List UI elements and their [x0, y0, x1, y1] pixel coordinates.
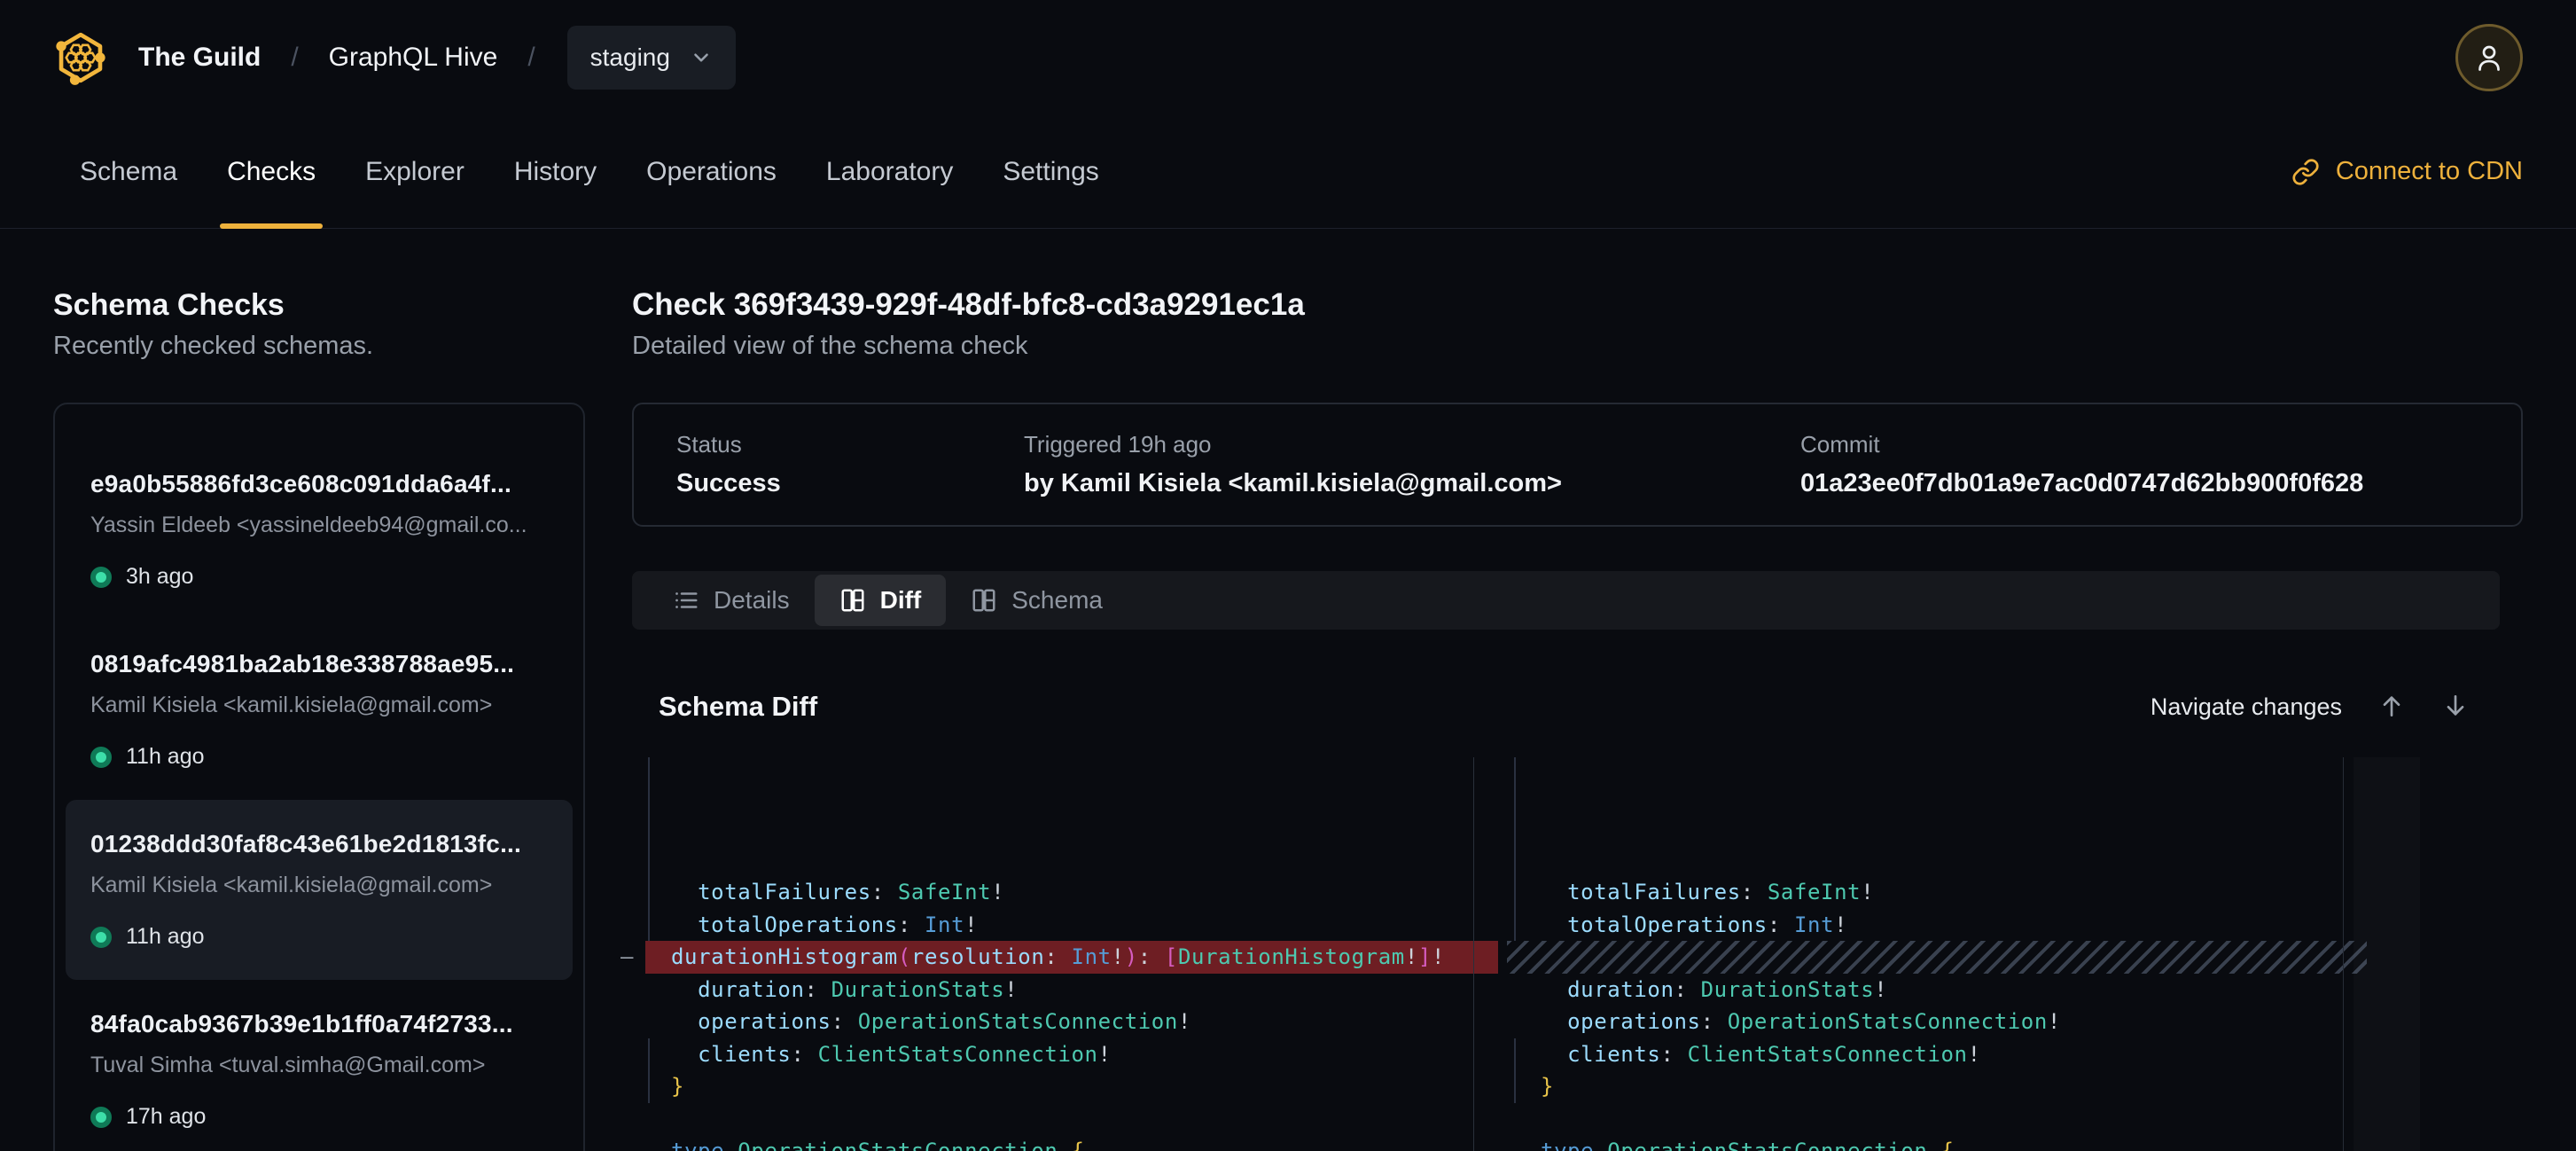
list-icon [673, 587, 699, 614]
breadcrumb-project[interactable]: GraphQL Hive [329, 43, 498, 73]
status-label: Status [676, 431, 1024, 458]
link-icon [2291, 158, 2320, 186]
check-time: 11h ago [126, 744, 205, 770]
check-time: 3h ago [126, 564, 193, 590]
target-selector-value: staging [590, 43, 670, 72]
check-hash: 84fa0cab9367b39e1b1ff0a74f2733... [90, 1006, 548, 1042]
hive-logo-icon[interactable] [53, 28, 108, 87]
check-status-card: Status Success Triggered 19h ago by Kami… [632, 403, 2523, 527]
breadcrumb-separator: / [291, 43, 298, 73]
commit-label: Commit [1800, 431, 2478, 458]
navigate-changes-label: Navigate changes [2151, 693, 2342, 721]
commit-value: 01a23ee0f7db01a9e7ac0d0747d62bb900f0f628 [1800, 469, 2478, 498]
target-selector[interactable]: staging [567, 26, 736, 90]
main-nav: Schema Checks Explorer History Operation… [0, 115, 2576, 229]
check-detail-panel: Check 369f3439-929f-48df-bfc8-cd3a9291ec… [632, 286, 2523, 1151]
navigate-next-change-button[interactable] [2441, 692, 2470, 723]
sidebar-subtitle: Recently checked schemas. [53, 328, 585, 364]
schema-checks-sidebar: Schema Checks Recently checked schemas. … [53, 286, 585, 1151]
triggered-label: Triggered 19h ago [1024, 431, 1800, 458]
app-header: The Guild / GraphQL Hive / staging [0, 0, 2576, 115]
arrow-down-icon [2441, 692, 2470, 720]
schema-diff-title: Schema Diff [659, 688, 817, 725]
check-author: Kamil Kisiela <kamil.kisiela@gmail.com> [90, 689, 548, 721]
nav-tab-checks[interactable]: Checks [227, 115, 316, 228]
navigate-previous-change-button[interactable] [2377, 692, 2406, 723]
diff-pane-after[interactable]: totalFailures: SafeInt! totalOperations:… [1473, 757, 2420, 1151]
status-dot [90, 927, 112, 948]
status-value: Success [676, 469, 1024, 498]
status-dot [90, 747, 112, 768]
schema-diff-editor: totalFailures: SafeInt! totalOperations:… [612, 757, 2420, 1151]
diff-overview-ruler[interactable] [2354, 757, 2420, 1151]
triggered-value: by Kamil Kisiela <kamil.kisiela@gmail.co… [1024, 469, 1800, 498]
user-menu-button[interactable] [2455, 24, 2523, 91]
nav-tab-laboratory[interactable]: Laboratory [826, 115, 953, 228]
arrow-up-icon [2377, 692, 2406, 720]
nav-tab-schema[interactable]: Schema [80, 115, 177, 228]
nav-tab-operations[interactable]: Operations [646, 115, 777, 228]
tab-schema-label: Schema [1011, 586, 1103, 615]
check-hash: 01238ddd30faf8c43e61be2d1813fc... [90, 826, 548, 862]
check-author: Kamil Kisiela <kamil.kisiela@gmail.com> [90, 869, 548, 901]
tab-schema[interactable]: Schema [946, 575, 1128, 626]
check-author: Tuval Simha <tuval.simha@Gmail.com> [90, 1049, 548, 1081]
user-icon [2473, 41, 2505, 74]
nav-tab-history[interactable]: History [514, 115, 597, 228]
tab-details[interactable]: Details [648, 575, 815, 626]
chevron-down-icon [690, 46, 713, 69]
schema-check-list-item[interactable]: 0819afc4981ba2ab18e338788ae95... Kamil K… [66, 620, 573, 800]
check-hash: 0819afc4981ba2ab18e338788ae95... [90, 646, 548, 682]
schema-checks-list: e9a0b55886fd3ce608c091dda6a4f... Yassin … [53, 403, 585, 1151]
page-subtitle: Detailed view of the schema check [632, 328, 2523, 364]
schema-check-list-item[interactable]: 84fa0cab9367b39e1b1ff0a74f2733... Tuval … [66, 980, 573, 1151]
tab-diff[interactable]: Diff [815, 575, 947, 626]
breadcrumb-org[interactable]: The Guild [138, 43, 261, 73]
schema-check-list-item[interactable]: 01238ddd30faf8c43e61be2d1813fc... Kamil … [66, 800, 573, 980]
diff-overview-ruler-border [2343, 757, 2344, 1151]
panels-icon [971, 587, 997, 614]
nav-tab-explorer[interactable]: Explorer [365, 115, 464, 228]
check-hash: e9a0b55886fd3ce608c091dda6a4f... [90, 466, 548, 502]
connect-to-cdn-label: Connect to CDN [2336, 157, 2523, 186]
check-time: 11h ago [126, 924, 205, 950]
check-time: 17h ago [126, 1104, 206, 1130]
view-tabs: Details Diff Schema [632, 571, 2500, 630]
diff-pane-divider [1473, 757, 1474, 1151]
status-dot [90, 567, 112, 588]
nav-tab-settings[interactable]: Settings [1003, 115, 1098, 228]
breadcrumb-separator: / [527, 43, 535, 73]
panels-icon [839, 587, 866, 614]
sidebar-title: Schema Checks [53, 286, 585, 325]
check-author: Yassin Eldeeb <yassineldeeb94@gmail.co..… [90, 509, 548, 541]
diff-pane-before[interactable]: totalFailures: SafeInt! totalOperations:… [612, 757, 1473, 1151]
schema-check-list-item[interactable]: e9a0b55886fd3ce608c091dda6a4f... Yassin … [66, 440, 573, 620]
connect-to-cdn-button[interactable]: Connect to CDN [2291, 115, 2523, 228]
status-dot [90, 1107, 112, 1128]
page-title: Check 369f3439-929f-48df-bfc8-cd3a9291ec… [632, 286, 2523, 325]
tab-details-label: Details [714, 586, 790, 615]
tab-diff-label: Diff [880, 586, 922, 615]
